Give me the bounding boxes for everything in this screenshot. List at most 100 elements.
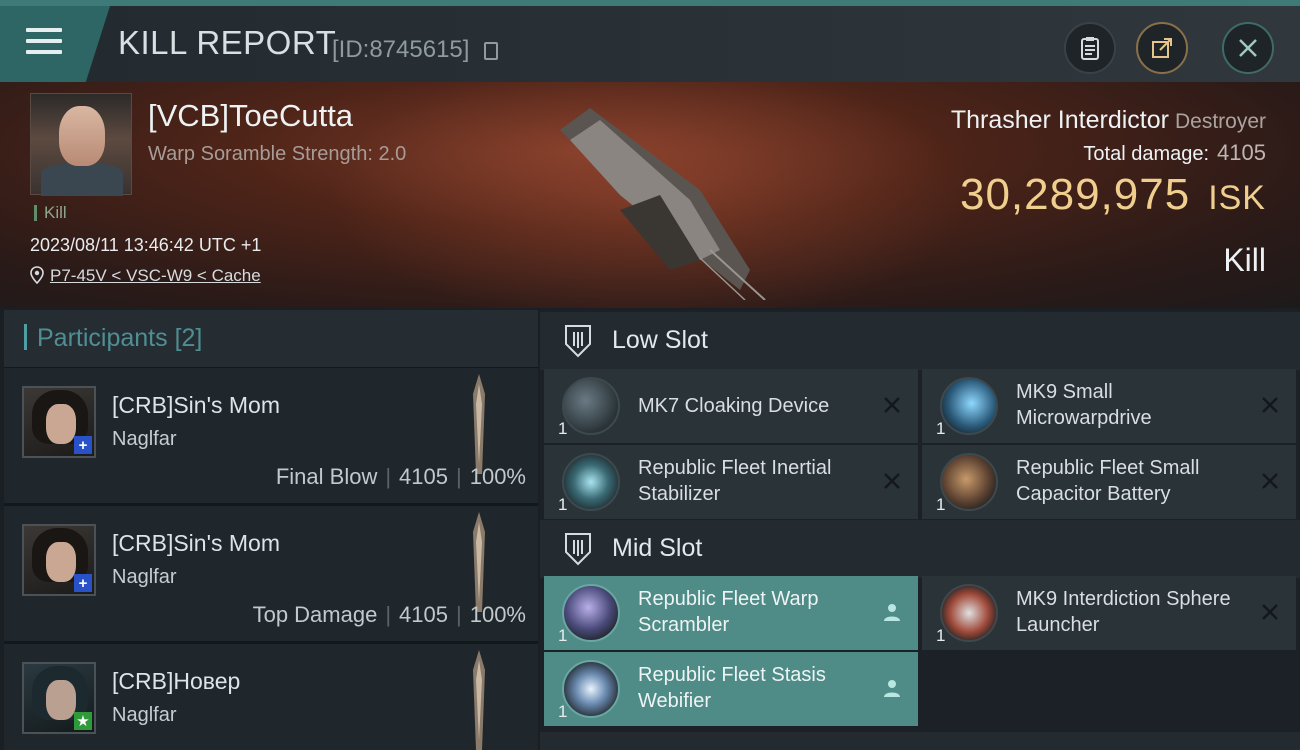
module-quantity: 1	[936, 419, 946, 438]
share-button[interactable]	[1136, 22, 1188, 74]
participants-count: [2]	[174, 324, 203, 352]
dropped-person-icon	[884, 604, 900, 621]
module-name: MK9 Interdiction Sphere Launcher	[1016, 588, 1231, 636]
destroyed-icon	[1262, 473, 1278, 489]
module-item[interactable]: 1 Republic Fleet Small Capacitor Battery	[922, 445, 1296, 519]
report-id: [ID:8745615]	[332, 36, 470, 63]
low-slot-header: Low Slot	[540, 312, 1300, 370]
weapon-icon	[473, 374, 485, 474]
low-slot-title: Low Slot	[612, 326, 708, 354]
participant-percent: 100%	[469, 464, 526, 489]
participant-percent: 100%	[469, 602, 526, 627]
plus-badge-icon: +	[74, 574, 92, 592]
kill-location-link[interactable]: P7-45V < VSC-W9 < Cache	[30, 266, 261, 286]
destroyed-icon	[884, 397, 900, 413]
header-bar: KILL REPORT [ID:8745615]	[0, 0, 1300, 82]
participant-name: [CRB]Sin's Mom	[112, 530, 280, 556]
star-badge-icon: ★	[74, 712, 92, 730]
participant-ship: Naglfar	[112, 704, 177, 726]
participants-panel: Participants [2] + [CRB]Sin's Mom Naglfa…	[4, 310, 538, 750]
isk-unit: ISK	[1208, 179, 1266, 217]
module-item[interactable]: 1 Republic Fleet Inertial Stabilizer	[544, 445, 918, 519]
module-name: MK9 Small Microwarpdrive	[1016, 381, 1152, 429]
inertial-stabilizer-icon	[562, 453, 620, 511]
participant-damage: 4105	[399, 602, 448, 627]
isk-value: 30,289,975 ISK	[960, 170, 1266, 220]
ship-class: Destroyer	[1174, 110, 1266, 133]
warp-scrambler-icon	[562, 584, 620, 642]
module-quantity: 1	[558, 419, 568, 438]
participant-portrait: +	[22, 386, 96, 458]
weapon-icon	[473, 512, 485, 612]
module-item[interactable]: 1 Republic Fleet Warp Scrambler	[544, 576, 918, 650]
total-damage: Total damage: 4105	[1083, 140, 1266, 166]
module-name: Republic Fleet Stasis Webifier	[638, 664, 826, 712]
module-item[interactable]: 1 Republic Fleet Stasis Webifier	[544, 652, 918, 726]
destroyed-icon	[884, 473, 900, 489]
interdiction-launcher-icon	[940, 584, 998, 642]
participant-role: Final Blow	[275, 464, 378, 489]
kill-timestamp: 2023/08/11 13:46:42 UTC +1	[30, 235, 262, 255]
clipboard-icon	[1081, 37, 1099, 60]
isk-amount: 30,289,975	[959, 170, 1191, 219]
close-button[interactable]	[1222, 22, 1274, 74]
mid-slot-header: Mid Slot	[540, 520, 1300, 578]
menu-button[interactable]	[0, 6, 110, 82]
module-name: Republic Fleet Warp Scrambler	[638, 588, 819, 636]
next-slot-header	[540, 732, 1300, 750]
participants-header: Participants [2]	[4, 310, 538, 368]
module-item[interactable]: 1 MK9 Interdiction Sphere Launcher	[922, 576, 1296, 650]
victim-name[interactable]: [VCB]ToeCutta	[148, 98, 353, 134]
mid-slot-icon	[565, 533, 591, 566]
cloaking-device-icon	[562, 377, 620, 435]
dropped-person-icon	[884, 680, 900, 697]
microwarpdrive-icon	[940, 377, 998, 435]
total-damage-label: Total damage:	[1083, 143, 1210, 165]
participant-stats: Top Damage | 4105 | 100%	[252, 602, 526, 627]
participant-damage: 4105	[399, 464, 448, 489]
hamburger-icon	[26, 28, 62, 61]
mid-slot-title: Mid Slot	[612, 534, 703, 562]
participant-stats: Final Blow | 4105 | 100%	[275, 464, 526, 489]
module-name: MK7 Cloaking Device	[638, 395, 830, 417]
victim-portrait[interactable]	[30, 93, 132, 196]
stasis-webifier-icon	[562, 660, 620, 718]
plus-badge-icon: +	[74, 436, 92, 454]
participant-role: Top Damage	[252, 602, 378, 627]
module-quantity: 1	[936, 626, 946, 645]
participant-ship: Naglfar	[112, 428, 177, 450]
destroyed-icon	[1262, 397, 1278, 413]
participants-title: Participants	[37, 324, 168, 352]
module-item[interactable]: 1 MK7 Cloaking Device	[544, 369, 918, 443]
participant-row[interactable]: + [CRB]Sin's Mom Naglfar Final Blow | 4105…	[4, 368, 538, 506]
ship-type: Thrasher Interdictor Destroyer	[951, 106, 1266, 135]
participant-row[interactable]: + [CRB]Sin's Mom Naglfar Top Damage | 4105…	[4, 506, 538, 644]
participant-name: [CRB]Новер	[112, 668, 241, 694]
location-text: P7-45V < VSC-W9 < Cache	[50, 266, 261, 285]
result-label: Kill	[1223, 242, 1266, 278]
module-quantity: 1	[558, 495, 568, 514]
module-quantity: 1	[558, 626, 568, 645]
weapon-icon	[473, 650, 485, 750]
copy-icon[interactable]	[484, 42, 498, 60]
participant-ship: Naglfar	[112, 566, 177, 588]
close-icon	[1239, 39, 1257, 57]
fitting-panel: Low Slot 1 MK7 Cloaking Device 1 MK9 Sma…	[540, 310, 1300, 750]
destroyed-icon	[1262, 604, 1278, 620]
victim-subtitle: Warp Soramble Strength: 2.0	[148, 143, 407, 165]
kill-tag: Kill	[34, 204, 67, 221]
participant-portrait: ★	[22, 662, 96, 734]
victim-ship-image[interactable]	[550, 100, 770, 300]
participant-row[interactable]: ★ [CRB]Новер Naglfar	[4, 644, 538, 750]
capacitor-battery-icon	[940, 453, 998, 511]
page-title: KILL REPORT	[118, 24, 337, 61]
low-slot-icon	[565, 325, 591, 358]
total-damage-value: 4105	[1217, 140, 1266, 165]
module-item[interactable]: 1 MK9 Small Microwarpdrive	[922, 369, 1296, 443]
participant-name: [CRB]Sin's Mom	[112, 392, 280, 418]
victim-banner: [VCB]ToeCutta Warp Soramble Strength: 2.…	[0, 82, 1300, 308]
location-pin-icon	[30, 266, 44, 284]
clipboard-button[interactable]	[1064, 22, 1116, 74]
share-icon	[1152, 38, 1172, 58]
module-quantity: 1	[558, 702, 568, 721]
